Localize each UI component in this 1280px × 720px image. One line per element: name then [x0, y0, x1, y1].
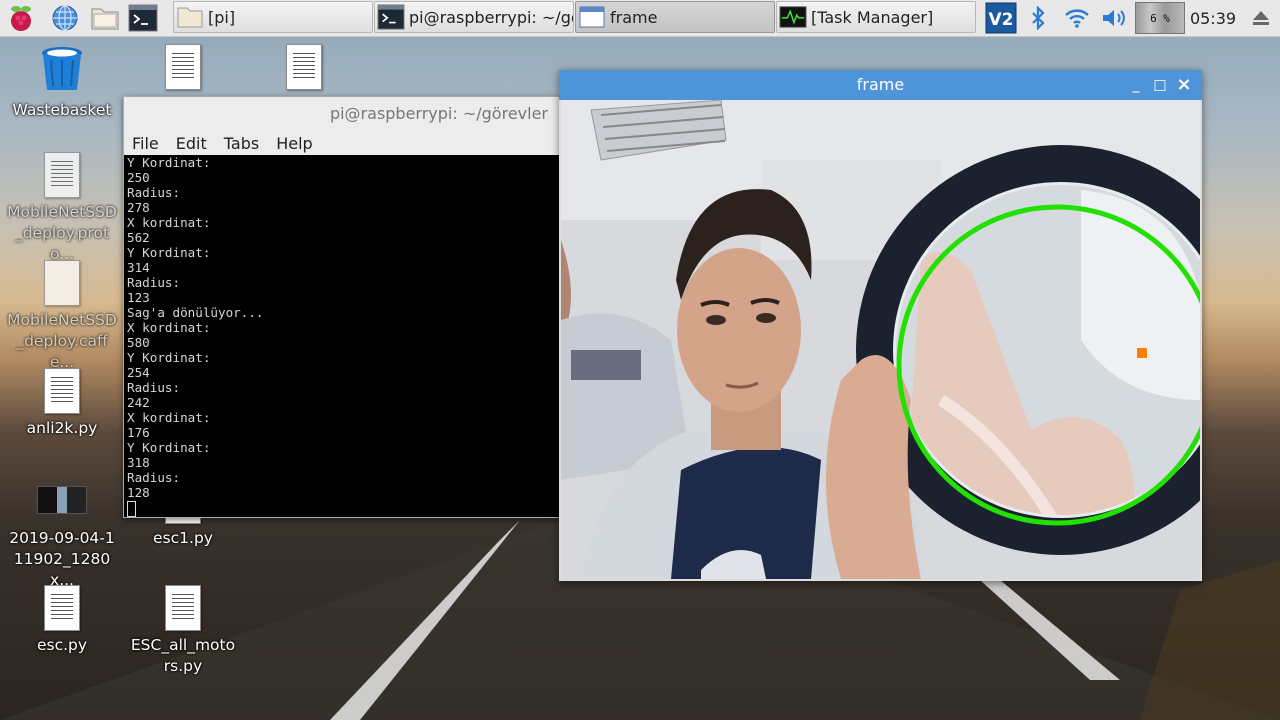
terminal-line: Y Kordinat: — [127, 245, 211, 260]
camera-feed — [561, 100, 1200, 579]
desktop-icon-mobilenet-caffemodel[interactable]: MobileNetSSD_deploy.caffe... — [7, 260, 117, 373]
document-icon — [286, 44, 322, 90]
terminal-line: Y Kordinat: — [127, 440, 211, 455]
terminal-line: X kordinat: — [127, 410, 211, 425]
desktop-icon-wastebasket[interactable]: Wastebasket — [7, 44, 117, 121]
terminal-window[interactable]: pi@raspberrypi: ~/görevler File Edit Tab… — [123, 96, 561, 518]
bluetooth-icon[interactable] — [1026, 0, 1050, 36]
terminal-line: Radius: — [127, 275, 181, 290]
frame-title: frame — [856, 75, 905, 94]
task-manager-icon — [779, 6, 807, 28]
taskbar: [pi] pi@raspberrypi: ~/gö... frame [Task… — [0, 0, 1280, 37]
frame-window[interactable]: frame _ □ × — [559, 70, 1202, 581]
task-terminal[interactable]: pi@raspberrypi: ~/gö... — [374, 1, 574, 33]
desktop-icon-label: MobileNetSSD_deploy.caffe... — [7, 311, 117, 371]
clock[interactable]: 05:39 — [1188, 0, 1238, 36]
terminal-launcher-icon[interactable] — [128, 3, 158, 33]
document-icon — [165, 44, 201, 90]
camera-image — [561, 100, 1200, 579]
image-thumbnail-icon — [37, 486, 87, 514]
document-icon — [44, 368, 80, 414]
terminal-cursor — [127, 501, 136, 517]
file-manager-icon[interactable] — [90, 3, 120, 33]
terminal-line: 176 — [127, 425, 150, 440]
terminal-line: 318 — [127, 455, 150, 470]
terminal-line: Radius: — [127, 470, 181, 485]
desktop-icon-label: esc1.py — [153, 529, 213, 547]
task-label: [pi] — [208, 7, 236, 27]
terminal-line: 254 — [127, 365, 150, 380]
terminal-line: 278 — [127, 200, 150, 215]
minimize-button[interactable]: _ — [1124, 70, 1148, 100]
terminal-line: 128 — [127, 485, 150, 500]
document-icon — [44, 585, 80, 631]
folder-icon — [177, 7, 203, 28]
terminal-line: X kordinat: — [127, 215, 211, 230]
raspberry-menu-icon[interactable] — [6, 3, 36, 33]
desktop-icon-document[interactable] — [249, 44, 359, 94]
desktop-icon-anli2k[interactable]: anli2k.py — [7, 368, 117, 439]
menu-tabs[interactable]: Tabs — [224, 134, 259, 153]
desktop-icon-label: Wastebasket — [12, 101, 112, 119]
blank-document-icon — [44, 260, 80, 306]
cpu-percent-label: 6 % — [1150, 11, 1170, 25]
desktop-icon-esc-all-motors[interactable]: ESC_all_motors.py — [128, 585, 238, 677]
desktop-icon-document[interactable] — [128, 44, 238, 94]
desktop-icon-label: MobileNetSSD_deploy.proto... — [7, 203, 117, 263]
document-icon — [44, 152, 80, 198]
menu-help[interactable]: Help — [276, 134, 312, 153]
terminal-line: 314 — [127, 260, 150, 275]
wifi-icon[interactable] — [1062, 0, 1092, 36]
terminal-line: Radius: — [127, 380, 181, 395]
terminal-line: Radius: — [127, 185, 181, 200]
desktop-icon-screenshot[interactable]: 2019-09-04-111902_1280x... — [7, 486, 117, 591]
desktop-icon-label: ESC_all_motors.py — [130, 636, 236, 675]
terminal-line: 123 — [127, 290, 150, 305]
terminal-title[interactable]: pi@raspberrypi: ~/görevler — [124, 97, 560, 131]
frame-titlebar[interactable]: frame _ □ × — [559, 70, 1202, 100]
terminal-line: X kordinat: — [127, 320, 211, 335]
task-label: [Task Manager] — [811, 7, 934, 27]
task-file-manager[interactable]: [pi] — [173, 1, 373, 33]
wastebasket-icon — [42, 47, 82, 90]
cpu-monitor[interactable]: 6 % — [1135, 0, 1185, 36]
desktop-icon-label: esc.py — [36, 636, 88, 654]
terminal-line: 242 — [127, 395, 150, 410]
terminal-line: 580 — [127, 335, 150, 350]
terminal-line: Y Kordinat: — [127, 350, 211, 365]
menu-file[interactable]: File — [132, 134, 159, 153]
terminal-line: 562 — [127, 230, 150, 245]
svg-text:V2: V2 — [989, 10, 1014, 30]
eject-icon[interactable] — [1246, 0, 1276, 36]
web-browser-icon[interactable] — [50, 3, 80, 33]
center-marker — [1137, 348, 1147, 358]
terminal-line: Y Kordinat: — [127, 155, 211, 170]
desktop-icon-label: 2019-09-04-111902_1280x... — [9, 529, 115, 589]
window-icon — [579, 6, 605, 28]
terminal-icon — [377, 4, 405, 30]
task-frame[interactable]: frame — [575, 1, 775, 33]
desktop-icon-esc[interactable]: esc.py — [7, 585, 117, 656]
terminal-menubar: File Edit Tabs Help — [124, 131, 560, 155]
task-task-manager[interactable]: [Task Manager] — [776, 1, 976, 33]
terminal-line: Sag'a dönülüyor... — [127, 305, 264, 320]
maximize-button[interactable]: □ — [1148, 70, 1172, 100]
menu-edit[interactable]: Edit — [176, 134, 207, 153]
terminal-line: 250 — [127, 170, 150, 185]
close-button[interactable]: × — [1172, 70, 1196, 100]
task-label: pi@raspberrypi: ~/gö... — [409, 7, 573, 27]
vnc-icon[interactable]: V2 — [984, 0, 1018, 36]
desktop-icon-label: anli2k.py — [26, 419, 98, 437]
terminal-output[interactable]: Y Kordinat: 250 Radius: 278 X kordinat: 562 Y … — [124, 155, 560, 517]
desktop-icon-mobilenet-prototxt[interactable]: MobileNetSSD_deploy.proto... — [7, 152, 117, 265]
document-icon — [165, 585, 201, 631]
task-label: frame — [610, 7, 658, 27]
volume-icon[interactable] — [1098, 0, 1132, 36]
